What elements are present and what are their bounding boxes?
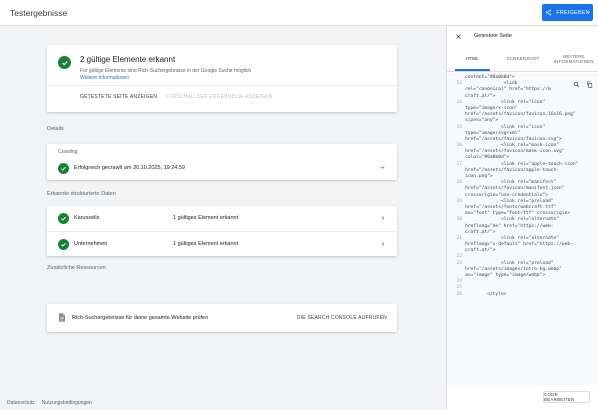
details-section-label: Details [47, 126, 64, 132]
summary-headline: 2 gültige Elemente erkannt [80, 55, 176, 64]
preview-results-button[interactable]: VORSCHAU DER ERGEBNISSE ANZEIGEN [165, 94, 272, 100]
panel-header: Getestete Seite [447, 27, 598, 46]
search-icon[interactable] [573, 81, 580, 88]
summary-description-text: Für gültige Elemente sind Rich-Suchergeb… [80, 68, 252, 74]
summary-description: Für gültige Elemente sind Rich-Suchergeb… [80, 68, 300, 82]
tested-page-panel: Getestete Seite HTML SCREENSHOT WEITERE … [446, 27, 598, 410]
chevron-down-icon[interactable] [379, 164, 386, 171]
terms-link[interactable]: Nutzungsbedingungen [42, 400, 92, 406]
code-text: <style> [465, 291, 507, 297]
tab-more-info[interactable]: WEITERE INFORMATIONEN [548, 47, 598, 71]
line-number: 26 [456, 291, 462, 297]
enhancements-card: Karussells 1 gültiges Element erkannt Un… [47, 206, 397, 256]
resources-text: Rich-Suchergebnisse für deine gesamte We… [72, 315, 209, 321]
share-icon [546, 9, 552, 16]
crawl-card[interactable]: Crawling Erfolgreich gecrawlt am 30.10.2… [47, 144, 397, 180]
crawl-label: Crawling [58, 149, 78, 155]
panel-title: Getestete Seite [474, 33, 512, 39]
page-title: Testergebnisse [10, 8, 68, 18]
top-app-bar: Testergebnisse FREIGEBEN [0, 0, 598, 26]
share-button[interactable]: FREIGEBEN [542, 4, 593, 21]
footer: Datenschutz Nutzungsbedingungen [7, 400, 92, 406]
chevron-right-icon [382, 242, 385, 246]
enhancement-row-organization[interactable]: Unternehmen 1 gültiges Element erkannt [47, 231, 397, 256]
close-icon[interactable] [455, 33, 462, 40]
chevron-right-icon [382, 216, 385, 220]
check-circle-icon [58, 239, 69, 250]
enhancements-section-label: Erkannte strukturierte Daten [47, 191, 116, 197]
panel-tabs: HTML SCREENSHOT WEITERE INFORMATIONEN [447, 47, 598, 72]
privacy-link[interactable]: Datenschutz [7, 400, 35, 406]
view-tested-page-button[interactable]: GETESTETE SEITE ANZEIGEN [80, 94, 157, 100]
enhancement-name: Unternehmen [74, 241, 108, 247]
enhancement-count: 1 gültiges Element erkannt [173, 241, 239, 247]
code-line: 26 <style> [447, 292, 598, 298]
enhancement-row-carousels[interactable]: Karussells 1 gültiges Element erkannt [47, 206, 397, 231]
copy-icon[interactable] [586, 81, 593, 88]
edit-code-button[interactable]: CODE BEARBEITEN [543, 391, 590, 403]
learn-more-link[interactable]: Weitere Informationen [80, 75, 300, 82]
code-toolbar [573, 81, 593, 88]
resources-section-label: Zusätzliche Ressourcen [47, 265, 106, 271]
enhancement-name: Karussells [74, 215, 100, 221]
code-viewer[interactable]: content="#0a0b0d"> 13 <link rel="canonical… [447, 73, 598, 385]
code-lines: content="#0a0b0d"> 13 <link rel="canonical… [447, 75, 598, 298]
share-button-label: FREIGEBEN [556, 9, 590, 16]
results-main: 2 gültige Elemente erkannt Für gültige E… [0, 27, 445, 410]
tab-screenshot[interactable]: SCREENSHOT [498, 47, 549, 71]
check-circle-icon [58, 56, 71, 69]
crawl-status: Erfolgreich gecrawlt am 30.10.2025, 19:2… [74, 165, 185, 171]
check-circle-icon [58, 163, 69, 174]
document-icon [59, 313, 65, 322]
divider [47, 85, 397, 86]
check-circle-icon [58, 213, 69, 224]
open-search-console-link[interactable]: DIE SEARCH CONSOLE AUFRUFEN [297, 315, 387, 321]
summary-card: 2 gültige Elemente erkannt Für gültige E… [47, 45, 397, 112]
resources-card: Rich-Suchergebnisse für deine gesamte We… [47, 304, 397, 332]
enhancement-count: 1 gültiges Element erkannt [173, 215, 239, 221]
tab-html[interactable]: HTML [447, 47, 498, 71]
